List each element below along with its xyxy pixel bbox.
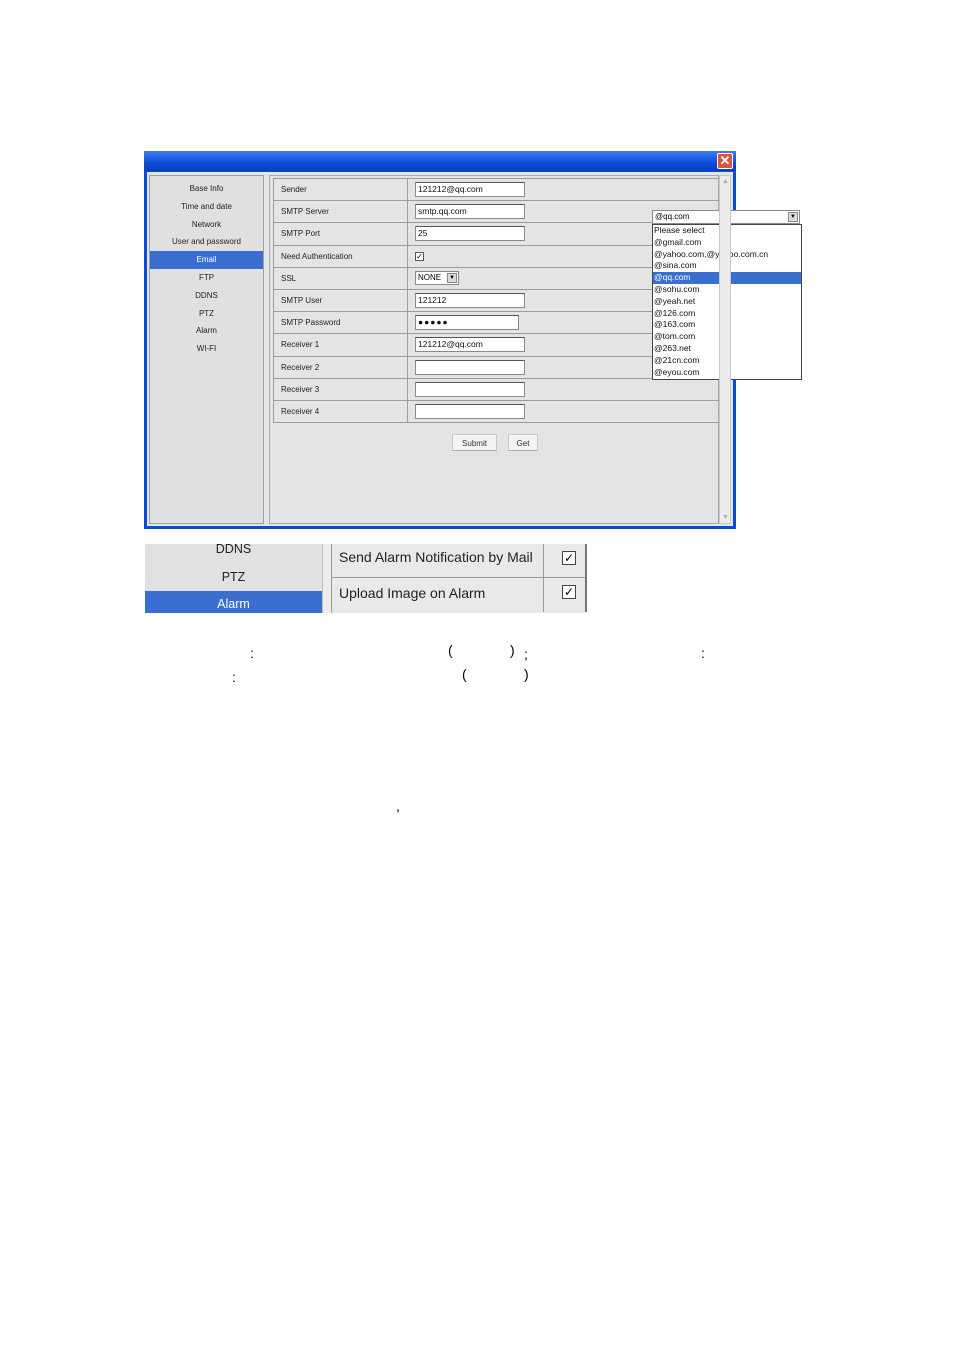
scroll-up-icon[interactable]: ▲ xyxy=(721,177,730,186)
smtp-server-input[interactable]: smtp.qq.com xyxy=(415,204,525,220)
punctuation-mark: ) xyxy=(510,642,515,658)
email-settings-window: ✕ Base Info Time and date Network User a… xyxy=(144,151,802,529)
sidebar: Base Info Time and date Network User and… xyxy=(149,175,264,524)
smtp-password-label: SMTP Password xyxy=(273,311,408,335)
upload-image-row: Upload Image on Alarm ✓ xyxy=(332,578,587,612)
sidebar-item-ddns[interactable]: DDNS xyxy=(150,287,263,305)
sidebar-item-alarm[interactable]: Alarm xyxy=(150,322,263,340)
need-auth-checkbox[interactable]: ✓ xyxy=(415,251,424,261)
sender-input[interactable]: 121212@qq.com xyxy=(415,182,525,198)
send-alarm-mail-checkbox[interactable]: ✓ xyxy=(562,551,576,565)
sidebar-item-user-and-password[interactable]: User and password xyxy=(150,233,263,251)
send-alarm-mail-label: Send Alarm Notification by Mail xyxy=(339,549,533,565)
smtp-user-label: SMTP User xyxy=(273,288,408,313)
ssl-select-value: NONE xyxy=(418,273,442,283)
get-button[interactable]: Get xyxy=(508,434,538,451)
receiver-1-input[interactable]: 121212@qq.com xyxy=(415,337,525,353)
ssl-select[interactable]: NONE ▼ xyxy=(415,271,459,286)
receiver-4-input[interactable] xyxy=(415,403,525,419)
zoom-sidebar-item-alarm[interactable]: Alarm xyxy=(145,591,322,613)
chevron-down-icon[interactable]: ▼ xyxy=(447,273,457,284)
sidebar-item-ptz[interactable]: PTZ xyxy=(150,305,263,323)
receiver-2-label: Receiver 2 xyxy=(273,355,408,379)
vertical-scrollbar[interactable]: ▲ ▼ xyxy=(719,175,731,524)
receiver-3-input[interactable] xyxy=(415,381,525,397)
punctuation-mark: ; xyxy=(524,646,528,662)
sidebar-item-network[interactable]: Network xyxy=(150,216,263,234)
alarm-settings-zoom: DDNS PTZ Alarm Send Alarm Notification b… xyxy=(145,544,587,613)
zoom-sidebar: DDNS PTZ Alarm xyxy=(145,544,322,613)
punctuation-mark: ( xyxy=(462,666,467,682)
receiver-1-label: Receiver 1 xyxy=(273,333,408,357)
row-divider xyxy=(543,544,544,578)
zoom-sidebar-item-ddns[interactable]: DDNS xyxy=(145,544,322,558)
zoom-divider xyxy=(322,544,332,613)
upload-image-label: Upload Image on Alarm xyxy=(339,585,486,601)
punctuation-mark: ( xyxy=(448,642,453,658)
smtp-user-input[interactable]: 121212 xyxy=(415,293,525,309)
receiver-4-label: Receiver 4 xyxy=(273,399,408,424)
sidebar-item-ftp[interactable]: FTP xyxy=(150,269,263,287)
sidebar-item-base-info[interactable]: Base Info xyxy=(150,180,263,198)
sidebar-item-time-and-date[interactable]: Time and date xyxy=(150,198,263,216)
punctuation-mark: : xyxy=(232,669,236,685)
email-settings-panel: Sender 121212@qq.com SMTP Server smtp.qq… xyxy=(269,175,802,524)
punctuation-mark: : xyxy=(701,645,705,661)
zoom-sidebar-item-ptz[interactable]: PTZ xyxy=(145,567,322,587)
form-row-sender: Sender 121212@qq.com xyxy=(273,177,721,202)
punctuation-mark: ) xyxy=(524,666,529,682)
smtp-port-label: SMTP Port xyxy=(273,222,408,246)
smtp-password-input[interactable]: ●●●●● xyxy=(415,315,519,331)
form-row-receiver-3: Receiver 3 xyxy=(273,377,721,401)
check-icon: ✓ xyxy=(563,585,575,599)
smtp-provider-value: @qq.com xyxy=(655,212,690,221)
form-row-receiver-4: Receiver 4 xyxy=(273,399,721,424)
scroll-down-icon[interactable]: ▼ xyxy=(721,513,730,522)
receiver-2-input[interactable] xyxy=(415,359,525,375)
send-alarm-mail-row: Send Alarm Notification by Mail ✓ xyxy=(332,544,587,578)
submit-button[interactable]: Submit xyxy=(452,434,497,451)
punctuation-mark: : xyxy=(250,645,254,661)
receiver-3-label: Receiver 3 xyxy=(273,377,408,401)
check-icon: ✓ xyxy=(416,251,423,261)
sender-label: Sender xyxy=(273,177,408,202)
upload-image-checkbox[interactable]: ✓ xyxy=(562,585,576,599)
title-bar[interactable]: ✕ xyxy=(144,151,736,171)
sidebar-item-email[interactable]: Email xyxy=(150,251,263,269)
ssl-label: SSL xyxy=(273,266,408,290)
smtp-port-input[interactable]: 25 xyxy=(415,226,525,242)
window-client-area: Base Info Time and date Network User and… xyxy=(147,172,802,526)
row-edge xyxy=(585,578,587,612)
smtp-server-label: SMTP Server xyxy=(273,200,408,224)
row-edge xyxy=(585,544,587,578)
sidebar-item-wifi[interactable]: WI-FI xyxy=(150,340,263,358)
chevron-down-icon[interactable]: ▼ xyxy=(788,212,798,222)
punctuation-mark: , xyxy=(396,798,400,814)
need-auth-label: Need Authentication xyxy=(273,244,408,268)
close-icon[interactable]: ✕ xyxy=(717,153,733,169)
row-divider xyxy=(543,578,544,612)
check-icon: ✓ xyxy=(563,551,575,565)
